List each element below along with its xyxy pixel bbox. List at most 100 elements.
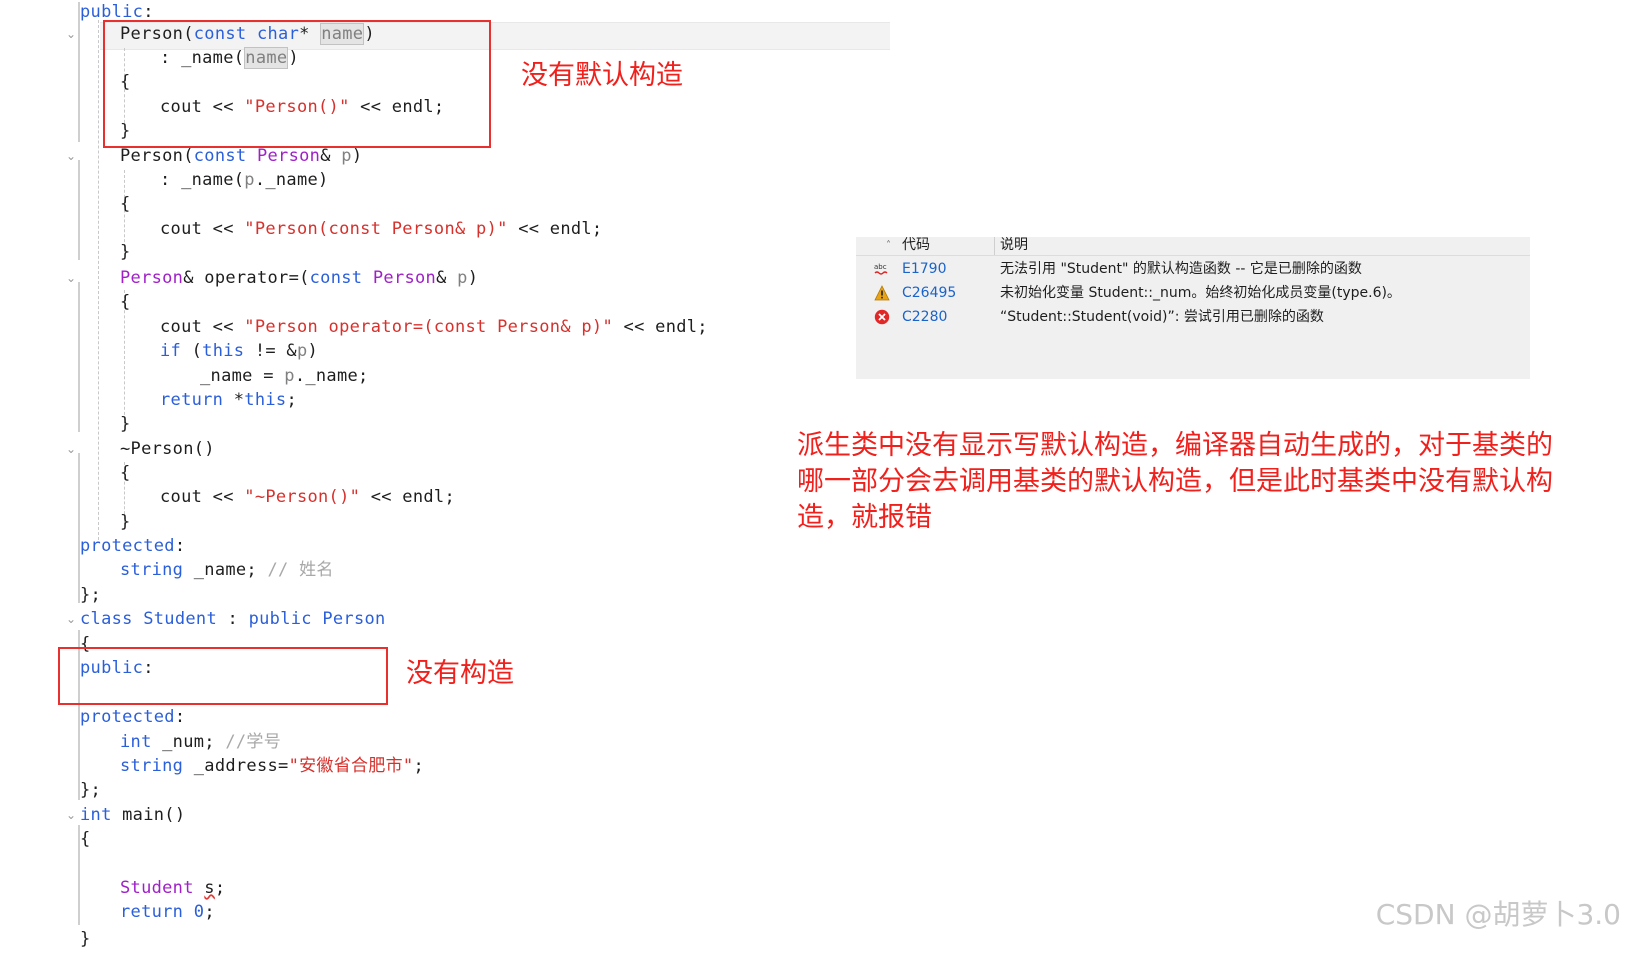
code-token: << endl; [360, 487, 455, 507]
svg-text:abc: abc [874, 263, 887, 271]
code-line[interactable]: : _name(p._name) [160, 168, 329, 193]
code-line[interactable]: Student s; [120, 876, 225, 901]
code-token: ; [286, 390, 297, 410]
code-token: & [436, 268, 458, 288]
warning-icon [874, 285, 890, 301]
code-token: _name; [183, 560, 268, 580]
error-code-link[interactable]: C2280 [902, 305, 947, 329]
code-token: ._name; [294, 366, 369, 386]
chevron-down-icon[interactable]: ⌄ [66, 809, 78, 821]
error-code-link[interactable]: E1790 [902, 257, 946, 281]
code-token: } [120, 414, 131, 434]
code-token: & [320, 146, 342, 166]
code-token: p [341, 146, 352, 166]
code-token: p [457, 268, 468, 288]
code-line[interactable]: if (this != &p) [160, 339, 318, 364]
code-token: _address= [183, 756, 289, 776]
code-token: Person [120, 268, 184, 288]
code-line[interactable]: ~Person() [120, 437, 215, 462]
code-token: cout << [160, 487, 245, 507]
annotation-no-default-ctor: 没有默认构造 [521, 60, 683, 91]
code-token: ( [181, 341, 203, 361]
chevron-down-icon[interactable]: ⌄ [66, 443, 78, 455]
error-description: “Student::Student(void)”: 尝试引用已删除的函数 [1000, 309, 1324, 325]
code-line[interactable]: int main() [80, 803, 185, 828]
code-token: main() [111, 805, 186, 825]
code-token: Person [256, 146, 321, 166]
code-line[interactable]: { [80, 827, 91, 852]
code-line[interactable]: Person& operator=(const Person& p) [120, 266, 478, 291]
code-token: s [204, 878, 215, 898]
code-token: public [248, 609, 312, 629]
code-line[interactable]: } [80, 927, 91, 952]
error-row[interactable]: abc E1790 无法引用 "Student" 的默认构造函数 -- 它是已删… [856, 257, 1530, 281]
code-line[interactable]: { [120, 290, 131, 315]
code-line[interactable]: string _address="安徽省合肥市"; [120, 754, 424, 779]
code-line[interactable]: cout << "Person operator=(const Person& … [160, 315, 708, 340]
code-token: protected [80, 536, 175, 556]
code-token: << endl; [613, 317, 708, 337]
error-description: 未初始化变量 Student::_num。始终初始化成员变量(type.6)。 [1000, 285, 1401, 301]
code-line[interactable]: protected: [80, 705, 185, 730]
code-token: this [202, 341, 245, 361]
code-line[interactable]: _name = p._name; [200, 364, 369, 389]
code-line[interactable]: { [120, 192, 131, 217]
code-token: : _name( [160, 170, 245, 190]
code-token: Person [372, 268, 437, 288]
code-line[interactable]: } [120, 510, 131, 535]
code-line[interactable]: } [120, 240, 131, 265]
code-token: p [284, 366, 295, 386]
code-token: : [143, 2, 154, 22]
column-code[interactable]: 代码 [902, 237, 930, 254]
code-line[interactable]: return 0; [120, 900, 215, 925]
code-token: ) [467, 268, 479, 288]
code-line[interactable]: } [120, 412, 131, 437]
code-token: cout << [160, 219, 245, 239]
error-row[interactable]: C26495 未初始化变量 Student::_num。始终初始化成员变量(ty… [856, 281, 1530, 305]
column-description[interactable]: 说明 [1000, 237, 1028, 254]
code-token: ._name) [254, 170, 329, 190]
code-token: "~Person()" [244, 487, 361, 507]
code-line[interactable]: cout << "~Person()" << endl; [160, 485, 455, 510]
code-line[interactable]: { [120, 461, 131, 486]
outline-bar [78, 282, 80, 432]
code-line[interactable]: class Student : public Person [80, 607, 386, 632]
error-row[interactable]: C2280 “Student::Student(void)”: 尝试引用已删除的… [856, 305, 1530, 329]
code-line[interactable]: protected: [80, 534, 185, 559]
code-token: int [120, 732, 152, 752]
code-line[interactable]: }; [80, 583, 101, 608]
column-divider[interactable] [994, 237, 995, 255]
code-token: Student [120, 878, 194, 898]
code-token: ; [204, 902, 215, 922]
code-token: ; [214, 878, 226, 898]
chevron-down-icon[interactable]: ⌄ [66, 28, 78, 40]
code-line[interactable]: return *this; [160, 388, 297, 413]
code-token: Person( [120, 146, 194, 166]
code-token: protected [80, 707, 175, 727]
code-token: ; [413, 756, 424, 776]
code-token: }; [80, 780, 102, 800]
code-token: "安徽省合肥市" [288, 756, 414, 776]
error-code-link[interactable]: C26495 [902, 281, 956, 305]
code-line[interactable]: string _name; // 姓名 [120, 558, 334, 583]
code-token: Person [322, 609, 386, 629]
outline-bar [78, 160, 80, 260]
code-line[interactable]: int _num; //学号 [120, 730, 281, 755]
code-token: this [244, 390, 287, 410]
error-list-panel: ˄ 代码 说明 abc E1790 无法引用 "Student" 的默认构造函数… [856, 237, 1530, 379]
code-line[interactable]: cout << "Person(const Person& p)" << end… [160, 217, 602, 242]
chevron-down-icon[interactable]: ⌄ [66, 150, 78, 162]
chevron-down-icon[interactable]: ⌄ [66, 613, 78, 625]
code-line[interactable]: }; [80, 778, 101, 803]
chevron-down-icon[interactable]: ⌄ [66, 272, 78, 284]
code-token: return [120, 902, 184, 922]
sort-icon[interactable]: ˄ [886, 237, 891, 254]
code-token: ~Person() [120, 439, 215, 459]
code-token: _num; [151, 732, 226, 752]
code-token: { [120, 292, 131, 312]
code-token: } [120, 242, 131, 262]
